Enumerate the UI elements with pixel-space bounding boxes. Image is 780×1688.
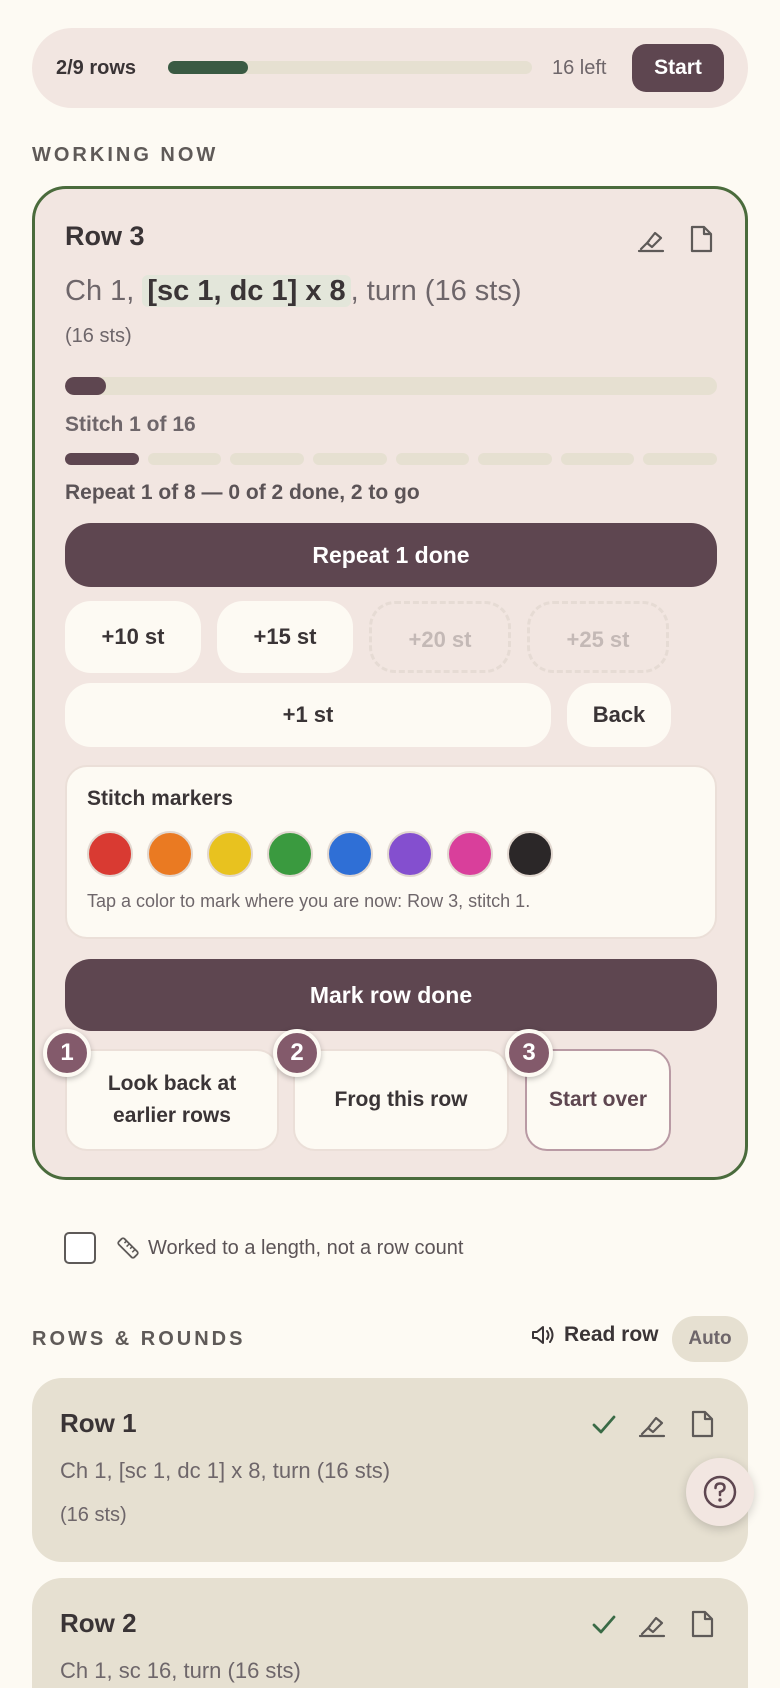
- note-icon[interactable]: [686, 1408, 718, 1440]
- check-icon: [592, 1615, 616, 1634]
- add-10-stitches-button[interactable]: +10 st: [65, 601, 201, 673]
- check-icon: [592, 1415, 616, 1434]
- instruction-prefix: Ch 1,: [65, 275, 143, 307]
- length-checkbox[interactable]: [64, 1232, 96, 1264]
- repeat-progress-label: Repeat 1 of 8 — 0 of 2 done, 2 to go: [65, 481, 420, 504]
- add-20-stitches-button[interactable]: +20 st: [369, 601, 511, 673]
- look-back-label: Look back at earlier rows: [107, 1072, 237, 1127]
- help-button[interactable]: [686, 1458, 754, 1526]
- note-icon[interactable]: [686, 1608, 718, 1640]
- add-1-stitch-button[interactable]: +1 st: [65, 683, 551, 747]
- mark-row-done-button[interactable]: Mark row done: [65, 959, 717, 1031]
- marker-color-6[interactable]: [387, 831, 433, 877]
- repeat-segment: [312, 453, 387, 465]
- row-1-instruction: Ch 1, [sc 1, dc 1] x 8, turn (16 sts): [60, 1458, 391, 1483]
- length-option: Worked to a length, not a row count: [64, 1232, 463, 1264]
- rows-progress-text: 2/9 rows: [56, 57, 137, 79]
- marker-color-8[interactable]: [507, 831, 553, 877]
- note-icon[interactable]: [685, 223, 717, 255]
- repeat-segment: [230, 453, 304, 465]
- repeat-segment: [147, 453, 222, 465]
- repeat-segment: [65, 453, 139, 465]
- highlighter-icon[interactable]: [635, 223, 667, 255]
- rows-remaining: 16 left: [552, 57, 607, 79]
- repeat-segment: [478, 453, 552, 465]
- repeat-segment: [395, 453, 470, 465]
- row-1-stitch-count: (16 sts): [60, 1504, 127, 1526]
- current-row-title: Row 3: [65, 221, 145, 251]
- highlighter-icon[interactable]: [636, 1608, 668, 1640]
- instruction-suffix: , turn (16 sts): [350, 275, 522, 307]
- current-row-instruction: Ch 1, [sc 1, dc 1] x 8, turn (16 sts): [65, 275, 521, 308]
- ruler-icon: [117, 1237, 139, 1259]
- back-button[interactable]: Back: [567, 683, 671, 747]
- highlighter-icon[interactable]: [636, 1408, 668, 1440]
- stitch-markers-title: Stitch markers: [87, 787, 233, 810]
- repeat-segments: [65, 453, 717, 465]
- repeat-done-button[interactable]: Repeat 1 done: [65, 523, 717, 587]
- look-back-button[interactable]: Look back at earlier rows: [65, 1049, 279, 1151]
- marker-color-7[interactable]: [447, 831, 493, 877]
- stitch-progress-fill: [65, 377, 106, 395]
- marker-color-4[interactable]: [267, 831, 313, 877]
- row-1-title: Row 1: [60, 1408, 137, 1438]
- stitch-progress-label: Stitch 1 of 16: [65, 413, 196, 436]
- marker-color-5[interactable]: [327, 831, 373, 877]
- add-25-stitches-button[interactable]: +25 st: [527, 601, 669, 673]
- stitch-markers-hint: Tap a color to mark where you are now: R…: [87, 891, 531, 911]
- current-row-card: Row 3 Ch 1, [sc 1, dc 1] x 8, turn (16 s…: [32, 186, 748, 1180]
- marker-color-1[interactable]: [87, 831, 133, 877]
- frog-row-label: Frog this row: [334, 1088, 468, 1111]
- marker-color-2[interactable]: [147, 831, 193, 877]
- stitch-count: (16 sts): [65, 325, 132, 347]
- step-badge-1: 1: [43, 1029, 91, 1077]
- row-card-1[interactable]: Row 1 Ch 1, [sc 1, dc 1] x 8, turn (16 s…: [32, 1378, 748, 1562]
- rows-rounds-heading: ROWS & ROUNDS: [32, 1328, 246, 1350]
- row-2-instruction: Ch 1, sc 16, turn (16 sts): [60, 1658, 301, 1683]
- repeat-segment: [560, 453, 635, 465]
- rows-progress-bar: [168, 61, 532, 74]
- instruction-repeat-highlight: [sc 1, dc 1] x 8: [142, 275, 351, 307]
- step-badge-3: 3: [505, 1029, 553, 1077]
- marker-color-list: [87, 831, 553, 877]
- help-icon: [703, 1475, 737, 1509]
- speaker-icon: [532, 1326, 554, 1344]
- add-15-stitches-button[interactable]: +15 st: [217, 601, 353, 673]
- auto-toggle[interactable]: Auto: [672, 1316, 748, 1362]
- repeat-segment: [643, 453, 717, 465]
- step-badge-2: 2: [273, 1029, 321, 1077]
- length-option-label: Worked to a length, not a row count: [148, 1236, 464, 1259]
- stitch-markers-panel: Stitch markers Tap a color to mark where…: [65, 765, 717, 939]
- row-card-2[interactable]: Row 2 Ch 1, sc 16, turn (16 sts): [32, 1578, 748, 1688]
- read-row-button[interactable]: Read row: [530, 1322, 659, 1348]
- row-2-title: Row 2: [60, 1608, 137, 1638]
- rows-progress-fill: [168, 61, 249, 74]
- read-row-label: Read row: [564, 1323, 659, 1346]
- working-now-heading: WORKING NOW: [32, 144, 219, 166]
- progress-header: 2/9 rows 16 left Start: [32, 28, 748, 108]
- marker-color-3[interactable]: [207, 831, 253, 877]
- start-over-label: Start over: [548, 1088, 648, 1111]
- start-button[interactable]: Start: [632, 44, 724, 92]
- stitch-progress-bar: [65, 377, 717, 395]
- frog-row-button[interactable]: Frog this row: [293, 1049, 509, 1151]
